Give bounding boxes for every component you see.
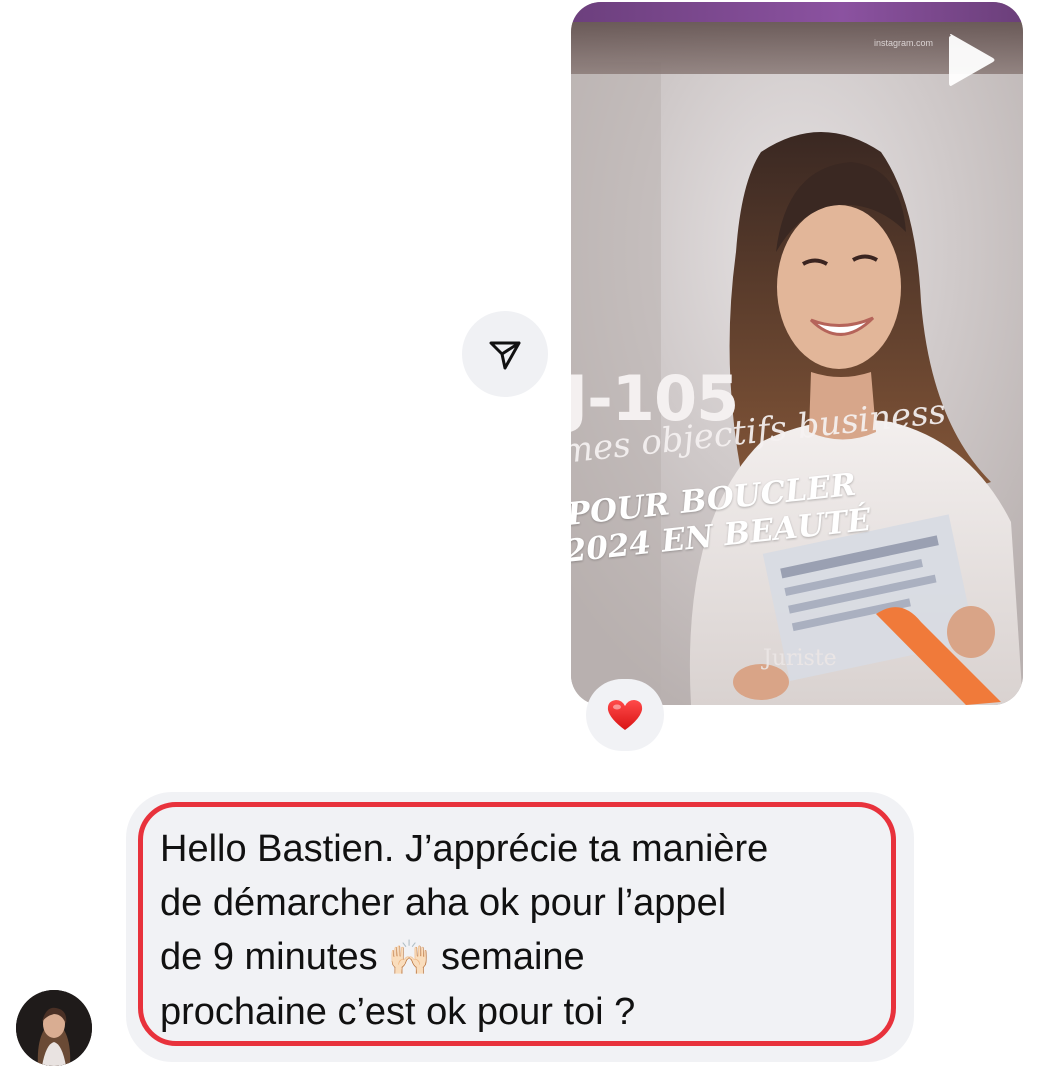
message-line: Hello Bastien. J’apprécie ta manière [160, 828, 769, 870]
message-line: prochaine c’est ok pour toi ? [160, 991, 636, 1033]
reaction-badge[interactable] [586, 679, 664, 751]
message-fragment: semaine [430, 936, 585, 978]
raised-hands-emoji: 🙌🏻 [388, 939, 431, 977]
avatar-image [16, 990, 92, 1066]
message-line: de démarcher aha ok pour l’appel [160, 882, 727, 924]
heart-icon [607, 700, 643, 730]
sender-avatar[interactable] [16, 990, 92, 1066]
shared-reel-card[interactable]: instagram.com J-105 mes objectifs busine… [571, 2, 1023, 705]
reel-top-bar [571, 2, 1023, 22]
send-icon [489, 341, 521, 370]
reel-thumbnail-image [571, 2, 1023, 705]
reel-source-label: instagram.com [873, 38, 933, 48]
share-button[interactable] [462, 311, 548, 397]
play-icon[interactable] [939, 30, 999, 90]
reel-watermark: Juriste [763, 646, 837, 671]
chat-thread: instagram.com J-105 mes objectifs busine… [0, 0, 1046, 1080]
message-text: Hello Bastien. J’apprécie ta manière de … [160, 822, 880, 1039]
message-fragment: de 9 minutes [160, 936, 389, 978]
message-line: de 9 minutes 🙌🏻 semaine [160, 930, 880, 985]
